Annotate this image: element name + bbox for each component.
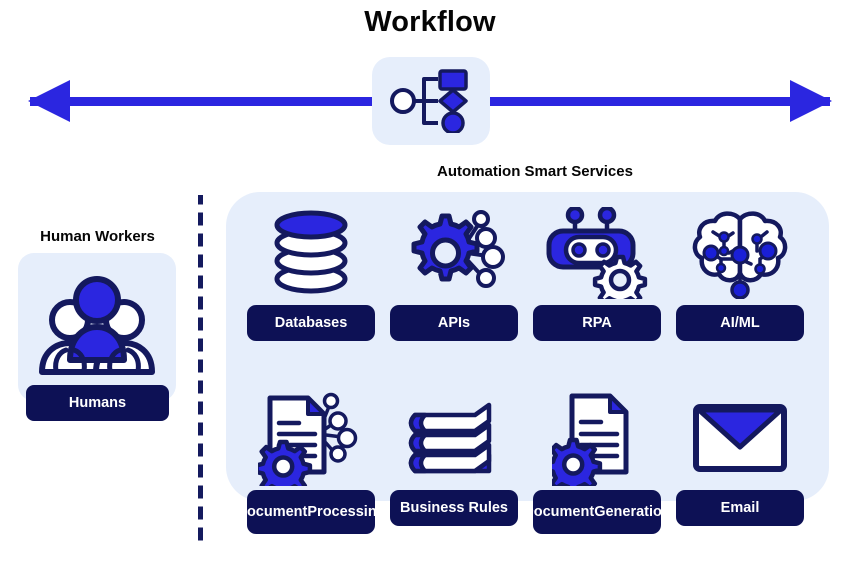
- human-workers-title: Human Workers: [40, 228, 155, 245]
- gear-network-icon: [390, 205, 518, 301]
- envelope-icon: [676, 390, 804, 486]
- service-label: AI/ML: [676, 305, 804, 341]
- document-gear-network-icon: [247, 390, 375, 486]
- book-stack-icon: [390, 390, 518, 486]
- workflow-diagram-icon: [390, 69, 468, 133]
- service-label: Business Rules: [390, 490, 518, 526]
- service-label-line1: Document: [236, 503, 308, 520]
- brain-circuit-icon: [676, 205, 804, 301]
- service-label-line2: Processing: [307, 503, 386, 520]
- service-label: APIs: [390, 305, 518, 341]
- workflow-icon-chip: [372, 57, 490, 145]
- robot-gear-icon: [533, 205, 661, 301]
- service-label: Document Processing: [236, 490, 386, 534]
- service-label-line2: Generation: [594, 503, 671, 520]
- document-gear-icon: [533, 390, 661, 486]
- service-label-line1: Document: [523, 503, 595, 520]
- three-people-icon: [39, 276, 155, 375]
- humans-label[interactable]: Humans: [26, 385, 169, 421]
- arrow-right-icon: [790, 80, 832, 122]
- human-workers-card: [18, 253, 176, 401]
- service-label: Email: [676, 490, 804, 526]
- bidirectional-arrow-band: [0, 57, 860, 145]
- service-label: RPA: [533, 305, 661, 341]
- diagram-canvas: Workflow Human Workers Humans Automation…: [0, 0, 860, 571]
- service-label: Databases: [247, 305, 375, 341]
- arrow-left-shaft: [30, 97, 380, 106]
- service-label: Document Generation: [523, 490, 671, 534]
- services-title: Automation Smart Services: [437, 163, 633, 180]
- arrow-right-shaft: [480, 97, 830, 106]
- database-stack-icon: [247, 205, 375, 301]
- page-title: Workflow: [364, 6, 496, 38]
- dashed-vertical-divider: [198, 195, 203, 545]
